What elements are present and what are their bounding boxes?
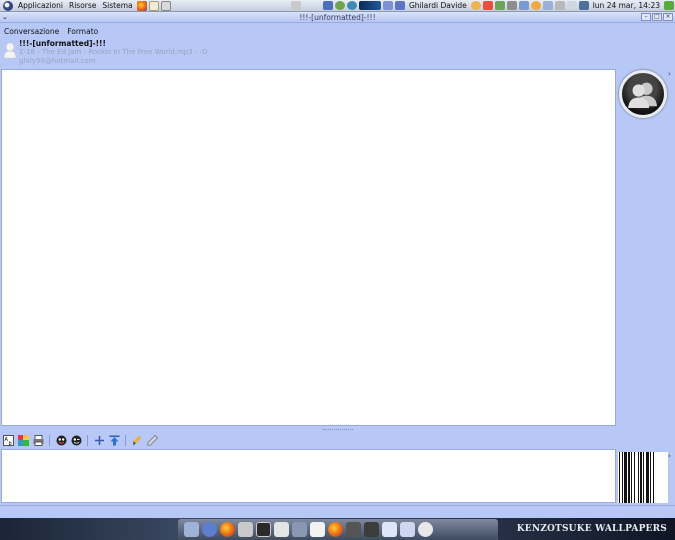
notes-dock-icon[interactable] bbox=[274, 522, 289, 537]
shield-tray-icon[interactable] bbox=[578, 1, 589, 10]
barcode-bar bbox=[650, 452, 651, 503]
firefox-dock-icon[interactable] bbox=[220, 522, 235, 537]
pidgin-dock-icon[interactable] bbox=[184, 522, 199, 537]
user-tray-icon[interactable] bbox=[382, 1, 393, 10]
contact-email: ghily90@hotmail.com bbox=[19, 57, 96, 65]
contact-name: !!!-[unformatted]-!!! bbox=[19, 39, 106, 48]
screenshot-launcher-icon[interactable] bbox=[160, 0, 171, 11]
media-dock-icon[interactable] bbox=[346, 522, 361, 537]
menubar: Conversazione Formato bbox=[0, 25, 98, 37]
media-tray-icon[interactable] bbox=[518, 1, 529, 10]
svg-text:b: b bbox=[8, 441, 11, 446]
menu-conversazione[interactable]: Conversazione bbox=[4, 27, 59, 36]
desktop-dock: KENZOTSUKE WALLPAPERS bbox=[0, 518, 675, 540]
pane-splitter[interactable] bbox=[0, 428, 675, 432]
pen-icon[interactable] bbox=[146, 434, 158, 446]
terminal-dock-icon[interactable] bbox=[256, 522, 271, 537]
barcode-bar bbox=[628, 452, 630, 503]
printer-dock-icon[interactable] bbox=[292, 522, 307, 537]
wink-icon[interactable] bbox=[70, 434, 82, 446]
barcode-bar bbox=[643, 452, 644, 503]
user-name[interactable]: Ghilardi Davide bbox=[406, 1, 470, 10]
window-title-bar[interactable]: ⌄ !!!-[unformatted]-!!! – □ × bbox=[0, 12, 675, 23]
toolbar-separator bbox=[49, 434, 50, 446]
printer-icon[interactable] bbox=[32, 434, 44, 446]
firefox-alt-dock-icon[interactable] bbox=[328, 522, 343, 537]
nudge-icon[interactable] bbox=[131, 434, 143, 446]
contacts-tray-icon[interactable] bbox=[394, 1, 405, 10]
window-menu-chevron-icon[interactable]: ⌄ bbox=[2, 13, 8, 21]
toolbar-separator bbox=[87, 434, 88, 446]
update-tray-icon[interactable] bbox=[482, 1, 493, 10]
volume-tray-icon[interactable] bbox=[506, 1, 517, 10]
account-tray-icon[interactable] bbox=[566, 1, 577, 10]
system-monitor-tray-icon[interactable] bbox=[358, 1, 381, 10]
barcode-bar bbox=[631, 452, 632, 503]
font-icon[interactable]: Ab bbox=[2, 434, 14, 446]
window-dock-icon[interactable] bbox=[382, 522, 397, 537]
emoticon-icon[interactable] bbox=[55, 434, 67, 446]
avatar-expand-icon[interactable]: › bbox=[668, 70, 671, 78]
top-panel: Applicazioni Risorse Sistema Ghilardi Da… bbox=[0, 0, 675, 12]
menu-formato[interactable]: Formato bbox=[67, 27, 98, 36]
window-title: !!!-[unformatted]-!!! bbox=[299, 12, 376, 22]
contacts-dock-icon[interactable] bbox=[202, 522, 217, 537]
add-icon[interactable] bbox=[93, 434, 105, 446]
monitor-tray-icon[interactable] bbox=[322, 1, 333, 10]
barcode-bar bbox=[624, 452, 627, 503]
home-launcher-icon[interactable] bbox=[148, 0, 159, 11]
launcher-dock bbox=[178, 519, 498, 540]
contact-status-message: Σ-18 - The Ed Jam - Rockin In The Free W… bbox=[19, 48, 208, 56]
barcode-bar bbox=[619, 452, 620, 503]
conversation-history[interactable] bbox=[1, 69, 616, 426]
contact-avatar-icon bbox=[3, 42, 17, 59]
color-palette-icon[interactable] bbox=[17, 434, 29, 446]
display-tray-icon[interactable] bbox=[542, 1, 553, 10]
calculator-dock-icon[interactable] bbox=[238, 522, 253, 537]
barcode-bar bbox=[634, 452, 635, 503]
barcode-bar bbox=[646, 452, 649, 503]
gnome-foot-icon[interactable] bbox=[3, 0, 13, 11]
own-display-picture[interactable] bbox=[618, 452, 668, 503]
globe-tray-icon[interactable] bbox=[346, 1, 357, 10]
buddy-icon bbox=[628, 82, 657, 108]
status-bar bbox=[0, 505, 675, 517]
video-dock-icon[interactable] bbox=[364, 522, 379, 537]
message-input[interactable] bbox=[1, 449, 616, 503]
maximize-button[interactable]: □ bbox=[652, 13, 662, 21]
user-dock-icon[interactable] bbox=[418, 522, 433, 537]
network-tray-icon[interactable] bbox=[290, 1, 301, 10]
barcode-bar bbox=[640, 452, 642, 503]
menu-risorse[interactable]: Risorse bbox=[66, 1, 99, 10]
format-toolbar: Ab bbox=[2, 433, 158, 447]
messenger-tray-icon[interactable] bbox=[470, 1, 481, 10]
barcode-bar bbox=[622, 452, 623, 503]
play-tray-icon[interactable] bbox=[334, 1, 345, 10]
window-alt-dock-icon[interactable] bbox=[400, 522, 415, 537]
printer-tray-icon[interactable] bbox=[554, 1, 565, 10]
menu-sistema[interactable]: Sistema bbox=[99, 1, 135, 10]
wallpaper-brand: KENZOTSUKE WALLPAPERS bbox=[516, 524, 667, 534]
minimize-button[interactable]: – bbox=[641, 13, 651, 21]
send-file-icon[interactable] bbox=[108, 434, 120, 446]
logout-icon[interactable] bbox=[664, 1, 674, 10]
battery-tray-icon[interactable] bbox=[494, 1, 505, 10]
close-button[interactable]: × bbox=[663, 13, 673, 21]
toolbar-separator bbox=[125, 434, 126, 446]
weather-tray-icon[interactable] bbox=[530, 1, 541, 10]
menu-applicazioni[interactable]: Applicazioni bbox=[15, 1, 66, 10]
barcode-bar bbox=[653, 452, 654, 503]
buddy-avatar[interactable] bbox=[619, 70, 667, 118]
barcode-bar bbox=[638, 452, 639, 503]
firefox-launcher-icon[interactable] bbox=[136, 0, 147, 11]
mail-dock-icon[interactable] bbox=[310, 522, 325, 537]
contact-header: !!!-[unformatted]-!!! Σ-18 - The Ed Jam … bbox=[0, 37, 675, 67]
clock[interactable]: lun 24 mar, 14:23 bbox=[590, 1, 663, 10]
display-picture-expand-icon[interactable]: › bbox=[668, 452, 671, 460]
